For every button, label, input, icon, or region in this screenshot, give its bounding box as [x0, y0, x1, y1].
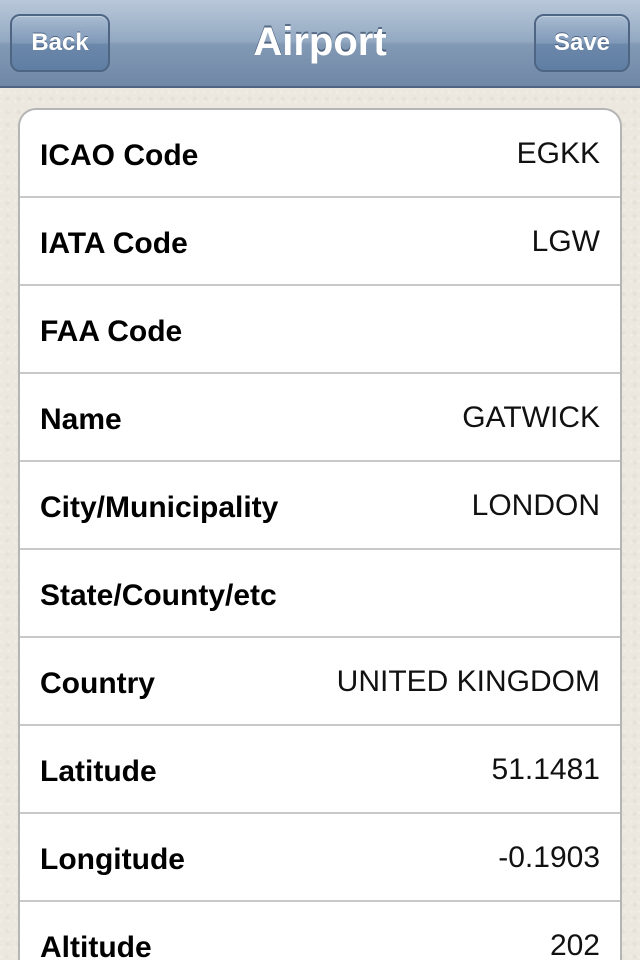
- row-label: ICAO Code: [40, 139, 199, 172]
- row-icao-code[interactable]: ICAO Code EGKK: [20, 110, 620, 198]
- row-country[interactable]: Country UNITED KINGDOM: [20, 638, 620, 726]
- airport-details-table: ICAO Code EGKK IATA Code LGW FAA Code Na…: [18, 108, 622, 960]
- row-value: 51.1481: [491, 753, 600, 786]
- row-label: Name: [40, 403, 122, 436]
- row-label: State/County/etc: [40, 579, 277, 612]
- row-value: LONDON: [471, 489, 600, 522]
- row-city-municipality[interactable]: City/Municipality LONDON: [20, 462, 620, 550]
- page-title: Airport: [253, 20, 387, 64]
- row-label: FAA Code: [40, 315, 183, 348]
- row-longitude[interactable]: Longitude -0.1903: [20, 814, 620, 902]
- row-label: City/Municipality: [40, 491, 279, 524]
- row-state-county[interactable]: State/County/etc: [20, 550, 620, 638]
- row-value: 202: [549, 929, 600, 960]
- row-label: Country: [40, 667, 155, 700]
- row-label: Latitude: [40, 755, 157, 788]
- row-label: IATA Code: [40, 227, 188, 260]
- row-value: LGW: [531, 225, 600, 258]
- row-name[interactable]: Name GATWICK: [20, 374, 620, 462]
- row-latitude[interactable]: Latitude 51.1481: [20, 726, 620, 814]
- row-faa-code[interactable]: FAA Code: [20, 286, 620, 374]
- row-altitude[interactable]: Altitude 202: [20, 902, 620, 960]
- back-button[interactable]: Back: [10, 14, 110, 72]
- save-button[interactable]: Save: [534, 14, 630, 72]
- row-label: Altitude: [40, 931, 152, 960]
- row-iata-code[interactable]: IATA Code LGW: [20, 198, 620, 286]
- row-label: Longitude: [40, 843, 185, 876]
- row-value: GATWICK: [462, 401, 600, 434]
- row-value: UNITED KINGDOM: [336, 665, 600, 698]
- navigation-bar: Back Airport Save: [0, 0, 640, 88]
- row-value: EGKK: [516, 137, 600, 170]
- row-value: -0.1903: [498, 841, 600, 874]
